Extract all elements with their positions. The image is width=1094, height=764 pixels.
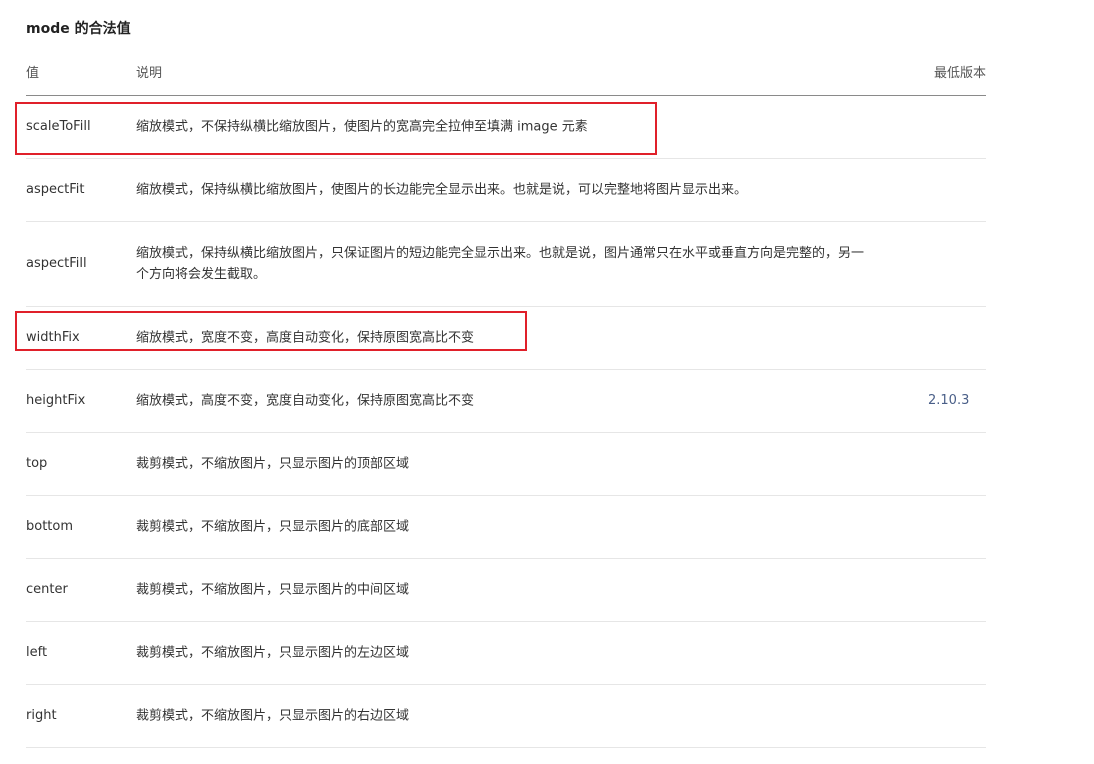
header-min-version: 最低版本 [933,66,986,81]
row-description: 缩放模式，保持纵横比缩放图片，使图片的长边能完全显示出来。也就是说，可以完整地将… [136,182,748,198]
row-value: widthFix [26,330,80,345]
row-value: right [26,708,57,723]
table-row: aspectFill 缩放模式，保持纵横比缩放图片，只保证图片的短边能完全显示出… [26,222,986,307]
table-row: heightFix 缩放模式，高度不变，宽度自动变化，保持原图宽高比不变 2.1… [26,370,986,433]
table-row: top 裁剪模式，不缩放图片，只显示图片的顶部区域 [26,433,986,496]
row-description: 缩放模式，不保持纵横比缩放图片，使图片的宽高完全拉伸至填满 image 元素 [136,119,588,135]
mode-values-table: 值 说明 最低版本 scaleToFill 缩放模式，不保持纵横比缩放图片，使图… [26,52,986,748]
row-value: scaleToFill [26,119,91,134]
row-description: 缩放模式，保持纵横比缩放图片，只保证图片的短边能完全显示出来。也就是说，图片通常… [136,246,865,282]
row-min-version: 2.10.3 [928,393,970,408]
header-value: 值 [26,66,40,81]
table-header: 值 说明 最低版本 [26,52,986,96]
row-description: 裁剪模式，不缩放图片，只显示图片的顶部区域 [136,456,410,472]
row-description: 缩放模式，高度不变，宽度自动变化，保持原图宽高比不变 [136,393,475,409]
table-row: widthFix 缩放模式，宽度不变，高度自动变化，保持原图宽高比不变 [26,307,986,370]
row-description: 裁剪模式，不缩放图片，只显示图片的底部区域 [136,519,410,535]
table-row: left 裁剪模式，不缩放图片，只显示图片的左边区域 [26,622,986,685]
row-description: 裁剪模式，不缩放图片，只显示图片的左边区域 [136,645,410,661]
page-title: mode 的合法值 [26,21,131,37]
header-description: 说明 [136,66,163,81]
row-value: bottom [26,519,74,534]
row-value: center [26,582,68,597]
table-row: scaleToFill 缩放模式，不保持纵横比缩放图片，使图片的宽高完全拉伸至填… [26,96,986,159]
row-value: top [26,456,48,471]
row-description: 裁剪模式，不缩放图片，只显示图片的右边区域 [136,708,410,724]
table-row: bottom 裁剪模式，不缩放图片，只显示图片的底部区域 [26,496,986,559]
table-row: right 裁剪模式，不缩放图片，只显示图片的右边区域 [26,685,986,748]
row-description: 缩放模式，宽度不变，高度自动变化，保持原图宽高比不变 [136,330,475,346]
row-value: left [26,645,48,660]
row-value: heightFix [26,393,86,408]
row-description: 裁剪模式，不缩放图片，只显示图片的中间区域 [136,582,410,598]
table-row: aspectFit 缩放模式，保持纵横比缩放图片，使图片的长边能完全显示出来。也… [26,159,986,222]
row-value: aspectFill [26,256,87,271]
row-value: aspectFit [26,182,85,197]
table-row: center 裁剪模式，不缩放图片，只显示图片的中间区域 [26,559,986,622]
